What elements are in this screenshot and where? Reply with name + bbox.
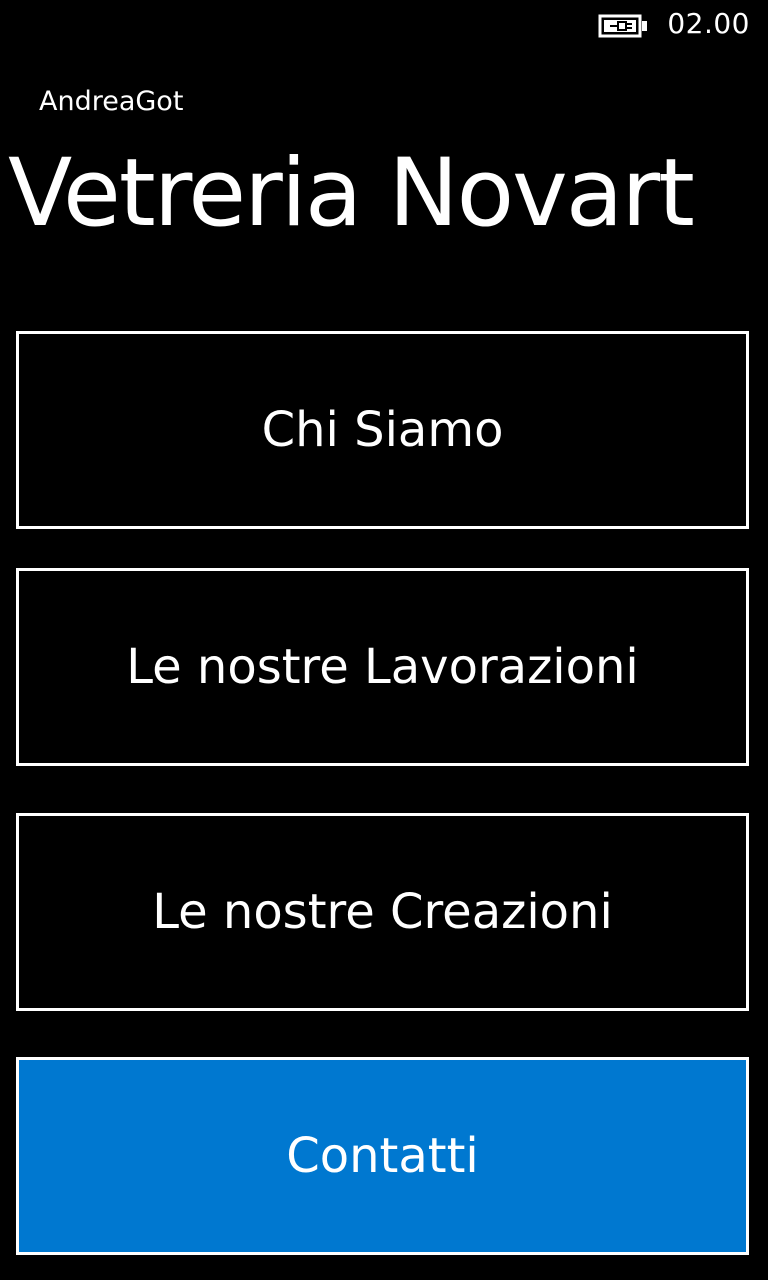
lavorazioni-button[interactable]: Le nostre Lavorazioni xyxy=(16,568,749,766)
contatti-button[interactable]: Contatti xyxy=(16,1057,749,1255)
status-bar: 02.00 xyxy=(0,0,768,48)
chi-siamo-label: Chi Siamo xyxy=(261,402,504,458)
phone-screen: 02.00 AndreaGot Vetreria Novart Chi Siam… xyxy=(0,0,768,1280)
page-title: Vetreria Novart xyxy=(8,139,695,248)
app-name: AndreaGot xyxy=(39,86,184,117)
creazioni-label: Le nostre Creazioni xyxy=(152,884,613,940)
contatti-label: Contatti xyxy=(286,1128,479,1184)
creazioni-button[interactable]: Le nostre Creazioni xyxy=(16,813,749,1011)
chi-siamo-button[interactable]: Chi Siamo xyxy=(16,331,749,529)
battery-charging-icon xyxy=(598,14,647,38)
status-clock: 02.00 xyxy=(667,7,750,40)
lavorazioni-label: Le nostre Lavorazioni xyxy=(126,639,639,695)
